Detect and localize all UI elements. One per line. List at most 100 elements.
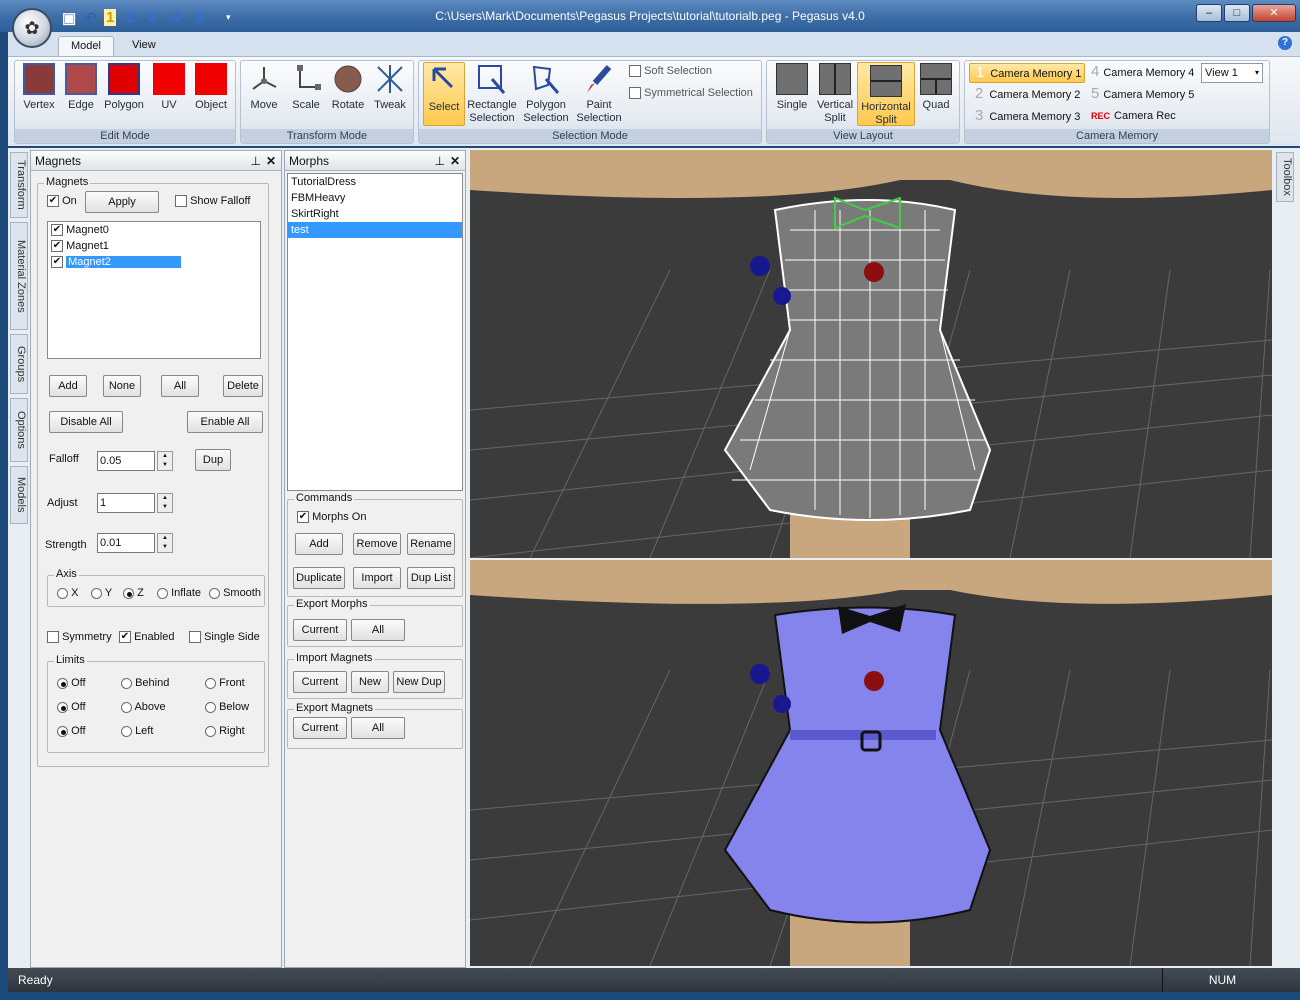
pin-icon[interactable]: ⊥ (251, 151, 261, 171)
horizontal-split-button[interactable]: Horizontal Split (857, 62, 915, 126)
adjust-spinner[interactable]: ▲ ▼ (157, 493, 173, 513)
viewport-top-wireframe[interactable] (470, 150, 1272, 558)
magnet0-handle[interactable] (750, 256, 770, 276)
side-tab-groups[interactable]: Groups (10, 334, 28, 394)
limit-below-radio[interactable] (205, 701, 216, 713)
limit-front[interactable]: Front (205, 677, 245, 689)
magnet0-handle[interactable] (750, 664, 770, 684)
adjust-input[interactable]: 1 (97, 493, 155, 513)
symmetry-checkbox[interactable] (47, 631, 59, 644)
quad-view-button[interactable]: Quad (915, 63, 957, 112)
list-item[interactable]: ✔ Magnet2 (48, 254, 260, 270)
strength-input[interactable]: 0.01 (97, 533, 155, 553)
help-icon[interactable]: ? (1278, 36, 1292, 50)
limit-off-3[interactable]: Off (57, 725, 86, 737)
limit-left[interactable]: Left (121, 725, 153, 737)
falloff-spinner[interactable]: ▲ ▼ (157, 451, 173, 471)
toolbox-tab[interactable]: Toolbox (1276, 152, 1294, 202)
show-falloff-checkbox[interactable] (175, 195, 187, 208)
delete-magnet-button[interactable]: Delete (223, 375, 263, 397)
app-menu-button[interactable]: ✿ (12, 8, 52, 48)
axis-y-radio[interactable] (91, 587, 102, 599)
maximize-button[interactable]: □ (1224, 4, 1250, 22)
magnet1-checkbox[interactable]: ✔ (51, 240, 63, 253)
minimize-button[interactable]: – (1196, 4, 1222, 22)
pin-icon[interactable]: ⊥ (435, 151, 445, 171)
remove-morph-button[interactable]: Remove (353, 533, 401, 555)
magnets-list[interactable]: ✔ Magnet0 ✔ Magnet1 ✔ Magnet2 (47, 221, 261, 359)
camera-rec-button[interactable]: REC Camera Rec (1087, 107, 1176, 127)
add-magnet-button[interactable]: Add (49, 375, 87, 397)
limit-off-1[interactable]: Off (57, 677, 86, 689)
morphs-on-toggle[interactable]: ✔ Morphs On (297, 511, 366, 524)
object-button[interactable]: Object (189, 63, 233, 112)
duplicate-morph-button[interactable]: Duplicate (293, 567, 345, 589)
vertex-button[interactable]: Vertex (17, 63, 61, 112)
view-select-dropdown[interactable]: View 1 ▾ (1201, 63, 1263, 83)
magnet1-handle[interactable] (773, 695, 791, 713)
morphs-on-checkbox[interactable]: ✔ (297, 511, 309, 524)
list-item[interactable]: test (288, 222, 462, 238)
limit-above[interactable]: Above (121, 701, 166, 713)
show-falloff-toggle[interactable]: Show Falloff (175, 195, 250, 208)
magnet2-handle[interactable] (864, 671, 884, 691)
magnets-on-checkbox[interactable]: ✔ (47, 195, 59, 208)
magnet2-checkbox[interactable]: ✔ (51, 256, 63, 269)
apply-button[interactable]: Apply (85, 191, 159, 213)
axis-z-option[interactable]: Z (123, 587, 144, 599)
axis-y-option[interactable]: Y (91, 587, 112, 599)
camera-memory-5-button[interactable]: 5 Camera Memory 5 (1087, 85, 1194, 105)
tweak-button[interactable]: Tweak (369, 63, 411, 112)
select-button[interactable]: Select (423, 62, 465, 126)
strength-spinner[interactable]: ▲ ▼ (157, 533, 173, 553)
export-morphs-all-button[interactable]: All (351, 619, 405, 641)
rotate-button[interactable]: Rotate (327, 63, 369, 112)
magnet2-handle[interactable] (864, 262, 884, 282)
uv-button[interactable]: UV (147, 63, 191, 112)
camera-memory-4-button[interactable]: 4 Camera Memory 4 (1087, 63, 1194, 83)
limit-front-radio[interactable] (205, 677, 216, 689)
select-none-button[interactable]: None (103, 375, 141, 397)
save-icon[interactable]: ▣ (62, 9, 76, 27)
enable-all-button[interactable]: Enable All (187, 411, 263, 433)
axis-x-option[interactable]: X (57, 587, 78, 599)
import-magnets-new-dup-button[interactable]: New Dup (393, 671, 445, 693)
customize-dropdown-icon[interactable]: ▾ (226, 12, 231, 23)
side-tab-transform[interactable]: Transform (10, 152, 28, 218)
close-icon[interactable]: ✕ (266, 151, 276, 171)
edge-button[interactable]: Edge (59, 63, 103, 112)
single-side-toggle[interactable]: Single Side (189, 631, 260, 644)
import-magnets-new-button[interactable]: New (351, 671, 389, 693)
import-magnets-current-button[interactable]: Current (293, 671, 347, 693)
axis-inflate-radio[interactable] (157, 587, 168, 599)
disable-all-button[interactable]: Disable All (49, 411, 123, 433)
enabled-checkbox[interactable]: ✔ (119, 631, 131, 644)
magnet0-checkbox[interactable]: ✔ (51, 224, 63, 237)
magnets-on-toggle[interactable]: ✔ On (47, 195, 77, 208)
list-item[interactable]: ✔ Magnet0 (48, 222, 260, 238)
vertical-split-button[interactable]: Vertical Split (813, 63, 857, 125)
import-morph-button[interactable]: Import (353, 567, 401, 589)
paint-selection-button[interactable]: Paint Selection (573, 63, 625, 125)
axis-smooth-radio[interactable] (209, 587, 220, 599)
limit-below[interactable]: Below (205, 701, 249, 713)
move-button[interactable]: Move (243, 63, 285, 112)
axis-inflate-option[interactable]: Inflate (157, 587, 201, 599)
close-button[interactable]: ✕ (1252, 4, 1296, 22)
close-icon[interactable]: ✕ (450, 151, 460, 171)
side-tab-models[interactable]: Models (10, 466, 28, 524)
tab-view[interactable]: View (120, 36, 168, 56)
polygon-selection-button[interactable]: Polygon Selection (519, 63, 573, 125)
camera-memory-3-button[interactable]: 3 Camera Memory 3 (969, 107, 1080, 127)
axis-smooth-option[interactable]: Smooth (209, 587, 261, 599)
soft-selection-checkbox[interactable] (629, 65, 641, 78)
list-item[interactable]: SkirtRight (288, 206, 462, 222)
select-all-button[interactable]: All (161, 375, 199, 397)
quick-access-2[interactable]: 2 (126, 9, 134, 26)
export-magnets-all-button[interactable]: All (351, 717, 405, 739)
list-item[interactable]: FBMHeavy (288, 190, 462, 206)
scale-button[interactable]: Scale (285, 63, 327, 112)
side-tab-options[interactable]: Options (10, 398, 28, 462)
limit-behind-radio[interactable] (121, 677, 132, 689)
symmetrical-selection-checkbox[interactable] (629, 87, 641, 100)
